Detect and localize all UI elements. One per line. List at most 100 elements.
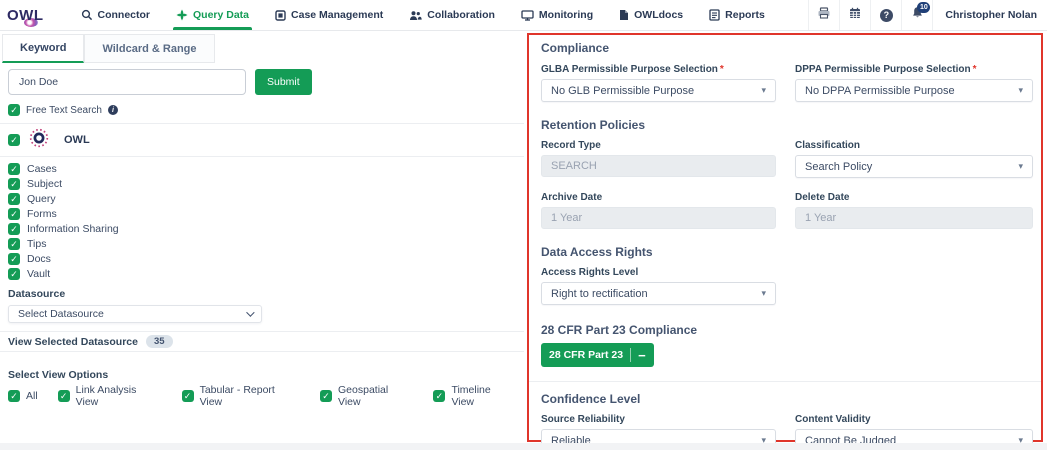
dppa-value: No DPPA Permissible Purpose <box>805 84 955 97</box>
view-selected-datasource-row[interactable]: View Selected Datasource 35 <box>8 332 516 351</box>
source-item-query[interactable]: ✓ Query <box>8 191 516 206</box>
access-rights-level-select[interactable]: Right to rectification ▾ <box>541 282 776 305</box>
tab-keyword[interactable]: Keyword <box>2 34 85 63</box>
source-item-label: Vault <box>27 267 51 280</box>
report-icon <box>709 9 720 21</box>
search-icon <box>81 9 93 21</box>
tab-wildcard-range[interactable]: Wildcard & Range <box>84 34 215 63</box>
classification-label: Classification <box>795 140 861 151</box>
nav-item-label: Case Management <box>291 9 384 21</box>
source-item-cases[interactable]: ✓ Cases <box>8 161 516 176</box>
checkbox-checked-icon[interactable]: ✓ <box>8 237 20 250</box>
classification-value: Search Policy <box>805 160 873 173</box>
query-builder-panel: Keyword Wildcard & Range Submit ✓ Free T… <box>0 32 524 408</box>
checkbox-checked-icon[interactable]: ✓ <box>433 390 446 402</box>
nav-item-label: Connector <box>97 9 151 21</box>
checkbox-checked-icon[interactable]: ✓ <box>8 252 20 265</box>
user-menu[interactable]: Christopher Nolan <box>932 0 1047 30</box>
nav-item-monitoring[interactable]: Monitoring <box>508 0 606 30</box>
view-option-label: Link Analysis View <box>75 384 137 408</box>
view-option-geospatial[interactable]: ✓ Geospatial View <box>320 384 413 408</box>
calendar-icon <box>849 6 861 24</box>
view-option-all[interactable]: ✓ All <box>8 390 38 402</box>
print-button[interactable] <box>808 0 839 30</box>
glba-value: No GLB Permissible Purpose <box>551 84 695 97</box>
people-icon <box>409 10 422 21</box>
nav-item-owldocs[interactable]: OWLdocs <box>606 0 696 30</box>
checkbox-checked-icon[interactable]: ✓ <box>8 390 20 402</box>
monitor-icon <box>521 9 534 21</box>
page-footer-strip <box>0 443 1047 450</box>
chevron-down-icon: ▾ <box>761 288 766 298</box>
checkbox-checked-icon[interactable]: ✓ <box>8 134 20 146</box>
source-item-tips[interactable]: ✓ Tips <box>8 236 516 251</box>
view-option-timeline[interactable]: ✓ Timeline View <box>433 384 516 408</box>
document-icon <box>619 9 629 21</box>
view-option-label: Tabular - Report View <box>199 384 275 408</box>
nav-item-reports[interactable]: Reports <box>696 0 778 30</box>
content-validity-label: Content Validity <box>795 414 871 425</box>
required-asterisk: * <box>972 64 977 75</box>
nav-item-label: Reports <box>725 9 765 21</box>
user-name: Christopher Nolan <box>945 9 1037 21</box>
minus-icon[interactable]: − <box>638 349 646 362</box>
calendar-button[interactable] <box>839 0 870 30</box>
free-text-search-option[interactable]: ✓ Free Text Search i <box>8 104 516 116</box>
confidence-heading: Confidence Level <box>541 392 641 406</box>
view-option-tabular-report[interactable]: ✓ Tabular - Report View <box>181 384 300 408</box>
case-icon <box>275 9 286 21</box>
notifications-button[interactable]: 10 <box>901 0 932 30</box>
chevron-down-icon: ▾ <box>761 85 766 95</box>
source-item-label: Forms <box>27 207 57 220</box>
checkbox-checked-icon[interactable]: ✓ <box>8 222 20 235</box>
nav-item-label: Query Data <box>193 9 250 21</box>
glba-select[interactable]: No GLB Permissible Purpose ▾ <box>541 79 776 102</box>
search-input[interactable] <box>8 69 246 95</box>
checkbox-checked-icon[interactable]: ✓ <box>8 267 20 280</box>
data-access-rights-heading: Data Access Rights <box>541 245 653 259</box>
source-item-forms[interactable]: ✓ Forms <box>8 206 516 221</box>
checkbox-checked-icon[interactable]: ✓ <box>57 390 70 402</box>
compliance-heading: Compliance <box>541 41 610 55</box>
view-selected-label: View Selected Datasource <box>8 335 138 348</box>
source-item-vault[interactable]: ✓ Vault <box>8 266 516 281</box>
nav-item-case-management[interactable]: Case Management <box>262 0 396 30</box>
source-group-owl[interactable]: ✓ OWL <box>8 128 516 153</box>
retention-heading: Retention Policies <box>541 118 646 132</box>
source-item-label: Query <box>27 192 56 205</box>
nav-item-collaboration[interactable]: Collaboration <box>396 0 508 30</box>
top-navbar: OWL Connector Query Data Case Management… <box>0 0 1047 31</box>
owl-source-icon <box>29 128 49 153</box>
view-option-label: Timeline View <box>451 384 491 408</box>
chevron-down-icon: ▾ <box>1018 161 1023 171</box>
classification-select[interactable]: Search Policy ▾ <box>795 155 1033 178</box>
checkbox-checked-icon[interactable]: ✓ <box>8 192 20 205</box>
source-item-subject[interactable]: ✓ Subject <box>8 176 516 191</box>
datasource-select[interactable]: Select Datasource <box>8 305 262 323</box>
search-tabs: Keyword Wildcard & Range <box>2 34 524 63</box>
view-option-link-analysis[interactable]: ✓ Link Analysis View <box>57 384 162 408</box>
nav-item-query-data[interactable]: Query Data <box>163 0 262 30</box>
checkbox-checked-icon[interactable]: ✓ <box>8 177 20 190</box>
owl-logo[interactable]: OWL <box>0 0 58 30</box>
dppa-label: DPPA Permissible Purpose Selection * <box>795 64 977 75</box>
help-button[interactable]: ? <box>870 0 901 30</box>
checkbox-checked-icon[interactable]: ✓ <box>181 390 194 402</box>
help-icon: ? <box>879 8 893 22</box>
access-rights-level-value: Right to rectification <box>551 287 648 300</box>
submit-button[interactable]: Submit <box>255 69 312 95</box>
nav-item-label: OWLdocs <box>634 9 684 21</box>
checkbox-checked-icon[interactable]: ✓ <box>8 207 20 220</box>
source-item-label: Tips <box>27 237 47 250</box>
source-item-docs[interactable]: ✓ Docs <box>8 251 516 266</box>
dppa-select[interactable]: No DPPA Permissible Purpose ▾ <box>795 79 1033 102</box>
divider <box>0 123 524 124</box>
nav-item-connector[interactable]: Connector <box>68 0 164 30</box>
tab-label: Keyword <box>20 42 67 54</box>
checkbox-checked-icon[interactable]: ✓ <box>8 104 20 116</box>
info-icon[interactable]: i <box>107 105 118 115</box>
checkbox-checked-icon[interactable]: ✓ <box>320 390 333 402</box>
source-item-information-sharing[interactable]: ✓ Information Sharing <box>8 221 516 236</box>
cfr-part-23-button[interactable]: 28 CFR Part 23 − <box>541 343 654 367</box>
checkbox-checked-icon[interactable]: ✓ <box>8 162 20 175</box>
